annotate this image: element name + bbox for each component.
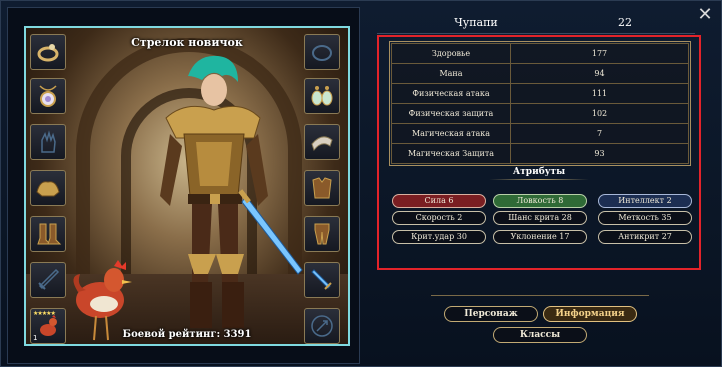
- sword-icon: [38, 268, 60, 290]
- character-name: Чупапи: [454, 16, 498, 29]
- attr-agility[interactable]: Ловкость 8: [493, 194, 587, 208]
- character-scene: Стрелок новичок Боевой рейтинг: 3391: [24, 26, 350, 346]
- pet-stars: ★★★★★: [33, 310, 56, 317]
- slot-leg-armor[interactable]: [304, 216, 340, 252]
- amulet-icon: [39, 85, 57, 107]
- table-row: Физическая защита 102: [391, 103, 689, 124]
- slot-pet[interactable]: ★★★★★ 1: [30, 308, 66, 344]
- stat-value: 94: [510, 63, 689, 84]
- boots-icon: [37, 223, 62, 245]
- pet-level: 1: [33, 334, 38, 342]
- ring-icon: [312, 45, 332, 61]
- attr-evasion[interactable]: Уклонение 17: [493, 230, 587, 244]
- attr-speed[interactable]: Скорость 2: [392, 211, 486, 225]
- slot-gloves[interactable]: [30, 124, 66, 160]
- table-row: Магическая атака 7: [391, 123, 689, 144]
- tab-character[interactable]: Персонаж: [444, 306, 538, 322]
- attributes-title: Атрибуты: [512, 167, 566, 177]
- header-divider: [377, 33, 695, 34]
- nav-divider: [431, 295, 649, 296]
- attr-accuracy[interactable]: Меткость 35: [598, 211, 692, 225]
- bracelet-icon: [311, 136, 333, 152]
- character-model: [160, 55, 303, 328]
- stat-label: Мана: [391, 63, 511, 84]
- gloves-icon: [41, 130, 56, 153]
- tab-classes[interactable]: Классы: [493, 327, 587, 343]
- chest-armor-icon: [312, 177, 332, 199]
- stat-value: 102: [510, 103, 689, 124]
- attr-intellect[interactable]: Интеллект 2: [598, 194, 692, 208]
- dagger-icon: [311, 269, 332, 290]
- table-row: Здоровье 177: [391, 43, 689, 64]
- stat-label: Магическая атака: [391, 123, 511, 144]
- stat-label: Физическая атака: [391, 83, 511, 104]
- slot-ring-right[interactable]: [304, 34, 340, 70]
- skill-icon: [311, 315, 333, 337]
- stat-label: Магическая Защита: [391, 143, 511, 164]
- shoulder-armor-icon: [36, 181, 60, 197]
- slot-boots[interactable]: [30, 216, 66, 252]
- attributes-underline: [489, 179, 589, 180]
- leg-armor-icon: [314, 223, 330, 245]
- stat-value: 93: [510, 143, 689, 164]
- slot-earrings[interactable]: [304, 78, 340, 114]
- stat-label: Физическая защита: [391, 103, 511, 124]
- stat-value: 7: [510, 123, 689, 144]
- earrings-icon: [311, 86, 333, 106]
- slot-amulet[interactable]: [30, 78, 66, 114]
- attr-crit-damage[interactable]: Крит.удар 30: [392, 230, 486, 244]
- attr-anticrit[interactable]: Антикрит 27: [598, 230, 692, 244]
- stat-value: 111: [510, 83, 689, 104]
- attr-strength[interactable]: Сила 6: [392, 194, 486, 208]
- close-icon: ✕: [697, 4, 713, 25]
- stats-table: Здоровье 177 Мана 94 Физическая атака 11…: [389, 41, 691, 166]
- slot-skill[interactable]: [304, 308, 340, 344]
- character-level: 22: [618, 16, 632, 29]
- combat-rating: Боевой рейтинг: 3391: [122, 329, 252, 340]
- character-window: Стрелок новичок Боевой рейтинг: 3391 ★★★…: [0, 0, 722, 367]
- slot-ring-left[interactable]: [30, 34, 66, 70]
- stat-value: 177: [510, 43, 689, 64]
- table-row: Магическая Защита 93: [391, 143, 689, 164]
- slot-offhand[interactable]: [304, 262, 340, 298]
- close-button[interactable]: ✕: [695, 5, 715, 25]
- table-row: Мана 94: [391, 63, 689, 84]
- slot-shoulder-armor[interactable]: [30, 170, 66, 206]
- slot-bracelet[interactable]: [304, 124, 340, 160]
- class-title: Стрелок новичок: [131, 36, 243, 49]
- tab-information[interactable]: Информация: [543, 306, 637, 322]
- slot-chest-armor[interactable]: [304, 170, 340, 206]
- ring-icon: [37, 44, 59, 62]
- slot-weapon[interactable]: [30, 262, 66, 298]
- character-preview-panel: Стрелок новичок Боевой рейтинг: 3391 ★★★…: [7, 7, 360, 364]
- table-row: Физическая атака 111: [391, 83, 689, 104]
- stat-label: Здоровье: [391, 43, 511, 64]
- attr-crit-chance[interactable]: Шанс крита 28: [493, 211, 587, 225]
